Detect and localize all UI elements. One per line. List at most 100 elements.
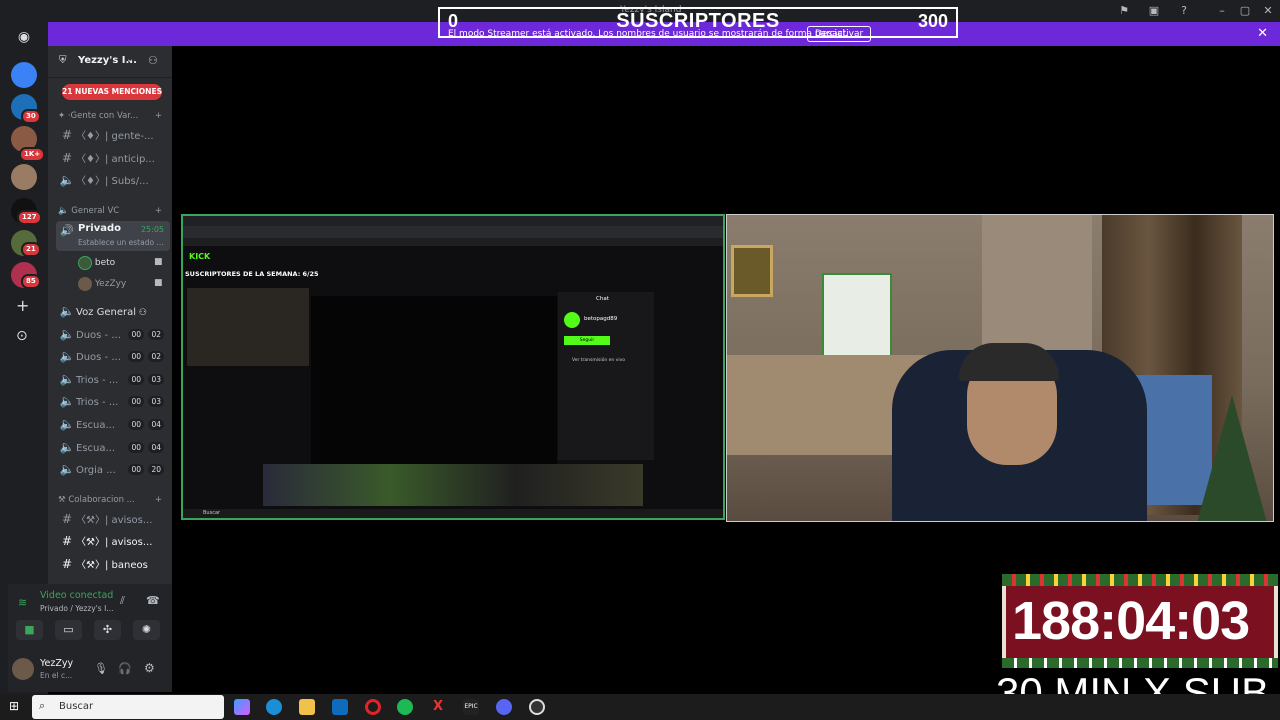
epic-games-icon[interactable]: EPIC: [463, 699, 479, 715]
user-count: 00: [128, 351, 144, 362]
kick-logo: KICK: [189, 252, 211, 261]
text-channel[interactable]: # 〈♦〉| gente-...: [58, 125, 168, 145]
activities-button[interactable]: ✣: [94, 620, 121, 640]
headphones-icon[interactable]: 🎧: [118, 662, 132, 675]
text-channel[interactable]: # 〈⚒〉| avisos...: [58, 531, 168, 551]
text-channel[interactable]: # 〈♦〉| anticip...: [58, 148, 168, 168]
my-avatar[interactable]: [12, 658, 34, 680]
microphone-icon[interactable]: 🎙: [94, 662, 108, 675]
watch-live-text: Ver transmisión en vivo: [572, 358, 625, 363]
speaker-icon: 🔈: [59, 440, 75, 454]
privado-status: Establece un estado ...: [78, 238, 164, 247]
close-window-icon[interactable]: ✕: [1258, 3, 1278, 19]
voice-channel[interactable]: 🔈 〈♦〉| Subs/...: [58, 170, 168, 190]
text-channel[interactable]: # 〈⚒〉| baneos: [58, 554, 168, 574]
privado-name: Privado: [78, 223, 121, 234]
category-gente[interactable]: ✦ ·Gente con Var... +: [58, 109, 170, 123]
new-mentions-pill[interactable]: 21 NUEVAS MENCIONES: [62, 84, 162, 100]
voice-channel[interactable]: 🔈 Duos - ... 00 02: [58, 324, 168, 344]
category-colab[interactable]: ⚒ Colaboracion ... +: [58, 493, 170, 507]
channel-label: Orgia ...: [76, 465, 116, 476]
mail-icon[interactable]: [332, 699, 348, 715]
subscriber-goal-overlay: 0 SUSCRIPTORES 300: [438, 7, 958, 38]
voice-channel[interactable]: 🔈 Escua... 00 04: [58, 437, 168, 457]
channel-label: 〈♦〉| gente-...: [76, 131, 154, 142]
user-count: 00: [128, 329, 144, 340]
garland: [1002, 658, 1278, 668]
soundboard-button[interactable]: ✺: [133, 620, 160, 640]
streamer-cap: [959, 343, 1059, 381]
webcam-stream[interactable]: [726, 214, 1274, 522]
user-limit: 03: [148, 396, 164, 407]
voice-channel[interactable]: 🔈 Trios - ... 00 03: [58, 391, 168, 411]
user-count: 00: [128, 464, 144, 475]
discord-home-icon[interactable]: ◉: [12, 28, 36, 46]
speaker-icon: 🔈: [59, 349, 75, 363]
server-badge: 127: [17, 210, 42, 225]
hash-icon: #: [61, 512, 73, 526]
voice-status: Video conectad: [40, 590, 114, 601]
privado-channel[interactable]: 🔊 Privado 25:05 Establece un estado ...: [56, 221, 170, 251]
voice-channel[interactable]: 🔈 Voz General ⚇: [58, 301, 168, 321]
discord-icon[interactable]: [496, 699, 512, 715]
inbox-icon[interactable]: ⚑: [1114, 3, 1134, 19]
maximize-icon[interactable]: ▢: [1235, 3, 1255, 19]
opera-icon[interactable]: [365, 699, 381, 715]
copilot-icon[interactable]: [234, 699, 250, 715]
explore-icon[interactable]: ⊙: [16, 328, 28, 344]
help-icon[interactable]: ?: [1174, 3, 1194, 19]
close-banner-icon[interactable]: ✕: [1257, 22, 1268, 46]
voice-channel[interactable]: 🔈 Trios - ... 00 03: [58, 369, 168, 389]
channel-label: Escua...: [76, 443, 116, 454]
voice-user[interactable]: YezZyy: [78, 274, 126, 294]
channel-label: Duos - ...: [76, 352, 121, 363]
server-icon[interactable]: [11, 164, 37, 190]
voice-user[interactable]: beto: [78, 253, 115, 273]
server-badge: 1K+: [19, 147, 46, 162]
edge-icon[interactable]: [266, 699, 282, 715]
thumbnails-row: [263, 464, 643, 506]
x-app-icon[interactable]: X: [430, 699, 446, 715]
minimize-icon[interactable]: –: [1212, 3, 1232, 19]
settings-gear-icon[interactable]: ⚙: [144, 661, 155, 675]
subs-week-text: SUSCRIPTORES DE LA SEMANA: 6/25: [185, 270, 319, 278]
server-icon[interactable]: [11, 62, 37, 88]
voice-channel[interactable]: 🔈 Escua... 00 04: [58, 414, 168, 434]
screen-icon[interactable]: ▣: [1144, 3, 1164, 19]
voice-channel[interactable]: 🔈 Duos - ... 00 02: [58, 346, 168, 366]
windows-start-icon[interactable]: ⊞: [9, 699, 19, 713]
category-general-vc[interactable]: 🔈 General VC +: [58, 204, 170, 218]
add-member-icon[interactable]: ⚇: [148, 54, 158, 67]
voice-location: Privado / Yezzy's I...: [40, 604, 114, 613]
server-header[interactable]: ⛨ Yezzy's I... ⌄ ⚇: [48, 46, 172, 78]
user-count: 00: [128, 442, 144, 453]
picture-frame: [731, 245, 773, 297]
browser-tabbar: [183, 216, 723, 226]
inner-search-label: Buscar: [203, 510, 221, 516]
speaker-icon: 🔈: [59, 327, 75, 341]
follow-button[interactable]: Seguir: [564, 336, 610, 345]
channel-user: betopagd89: [584, 316, 618, 322]
screen-share-button[interactable]: ▭: [55, 620, 82, 640]
subathon-timer: 188:04:03: [1002, 574, 1278, 668]
video-player[interactable]: [311, 296, 557, 466]
file-explorer-icon[interactable]: [299, 699, 315, 715]
obs-icon[interactable]: [529, 699, 545, 715]
camera-button[interactable]: ■: [16, 620, 43, 640]
taskbar-search[interactable]: ⌕ Buscar: [32, 695, 224, 719]
windows-taskbar: ⊞ ⌕ Buscar X EPIC: [0, 694, 1280, 720]
voice-channel[interactable]: 🔈 Orgia ... 00 20: [58, 459, 168, 479]
screen-share-stream[interactable]: KICK SUSCRIPTORES DE LA SEMANA: 6/25 Cha…: [181, 214, 725, 520]
subs-label: SUSCRIPTORES: [616, 10, 780, 32]
subs-goal: 300: [917, 11, 948, 31]
timer-value: 188:04:03: [1012, 591, 1250, 651]
search-icon: ⌕: [39, 699, 46, 712]
hash-icon: #: [61, 128, 73, 142]
add-server-icon[interactable]: +: [16, 296, 29, 315]
spotify-icon[interactable]: [397, 699, 413, 715]
disconnect-icon[interactable]: ☎: [146, 594, 160, 607]
windows-taskbar-inner: Buscar: [183, 509, 723, 518]
text-channel[interactable]: # 〈⚒〉| avisos...: [58, 509, 168, 529]
my-name: YezZyy: [40, 658, 74, 669]
noise-icon[interactable]: ⫽: [120, 594, 125, 608]
